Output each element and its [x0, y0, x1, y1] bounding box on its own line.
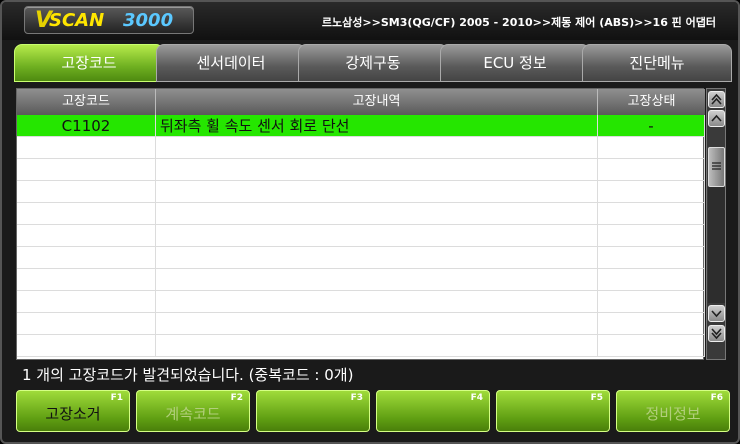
table-row-empty — [17, 225, 705, 247]
f5-button[interactable]: F5 — [496, 390, 610, 432]
fkey-hint: F6 — [710, 393, 723, 403]
table-row-empty — [17, 291, 705, 313]
tab-diagnostic-menu[interactable]: 진단메뉴 — [582, 44, 732, 82]
table-row-empty — [17, 181, 705, 203]
table-row-empty — [17, 247, 705, 269]
tab-bar: 고장코드 센서데이터 강제구동 ECU 정보 진단메뉴 — [14, 42, 732, 86]
table-row-empty — [17, 313, 705, 335]
table-row[interactable]: C1102 뒤좌측 휠 속도 센서 회로 단선 - — [17, 115, 705, 137]
table-row-empty — [17, 335, 705, 357]
scroll-up-icon[interactable] — [708, 110, 725, 127]
fkey-hint: F2 — [230, 393, 243, 403]
status-message: 1 개의 고장코드가 발견되었습니다. (중복코드 : 0개) — [22, 366, 354, 384]
fkey-hint: F1 — [110, 393, 123, 403]
cell-code: C1102 — [17, 115, 156, 137]
breadcrumb: 르노삼성>>SM3(QG/CF) 2005 - 2010>>제동 제어 (ABS… — [321, 16, 716, 29]
scroll-down-icon[interactable] — [708, 305, 725, 322]
header-bar: V SCAN 3000 르노삼성>>SM3(QG/CF) 2005 - 2010… — [2, 2, 738, 40]
function-key-bar: F1 고장소거 F2 계속코드 F3 F4 F5 F6 정비정보 — [14, 386, 732, 436]
logo-number: 3000 — [123, 10, 174, 31]
vertical-scrollbar[interactable] — [706, 88, 726, 360]
cell-state: - — [598, 115, 705, 137]
trouble-code-table: 고장코드 고장내역 고장상태 C1102 뒤좌측 휠 속도 센서 회로 단선 - — [16, 88, 705, 360]
cell-description: 뒤좌측 휠 속도 센서 회로 단선 — [156, 115, 598, 137]
fkey-label: 정비정보 — [645, 405, 701, 423]
repair-info-button[interactable]: F6 정비정보 — [616, 390, 730, 432]
scroll-top-icon[interactable] — [708, 91, 725, 108]
tab-trouble-codes[interactable]: 고장코드 — [14, 44, 164, 82]
table-header: 고장코드 고장내역 고장상태 — [17, 89, 705, 115]
continuous-code-button[interactable]: F2 계속코드 — [136, 390, 250, 432]
fkey-hint: F3 — [350, 393, 363, 403]
column-header-state: 고장상태 — [598, 89, 705, 115]
column-header-code: 고장코드 — [17, 89, 156, 115]
fkey-label: 고장소거 — [45, 405, 101, 423]
f4-button[interactable]: F4 — [376, 390, 490, 432]
table-row-empty — [17, 203, 705, 225]
tab-ecu-info[interactable]: ECU 정보 — [440, 44, 590, 82]
tab-sensor-data[interactable]: 센서데이터 — [156, 44, 306, 82]
f3-button[interactable]: F3 — [256, 390, 370, 432]
fkey-hint: F4 — [470, 393, 483, 403]
app-window: V SCAN 3000 르노삼성>>SM3(QG/CF) 2005 - 2010… — [0, 0, 740, 444]
vscan-logo: V SCAN 3000 — [24, 6, 194, 34]
table-row-empty — [17, 137, 705, 159]
logo-scan: SCAN — [49, 10, 105, 31]
scroll-thumb[interactable] — [708, 147, 725, 187]
table-row-empty — [17, 269, 705, 291]
tab-actuation-test[interactable]: 강제구동 — [298, 44, 448, 82]
scroll-bottom-icon[interactable] — [708, 325, 725, 342]
fkey-label: 계속코드 — [165, 405, 221, 423]
fkey-hint: F5 — [590, 393, 603, 403]
clear-codes-button[interactable]: F1 고장소거 — [16, 390, 130, 432]
table-row-empty — [17, 159, 705, 181]
column-header-description: 고장내역 — [156, 89, 598, 115]
